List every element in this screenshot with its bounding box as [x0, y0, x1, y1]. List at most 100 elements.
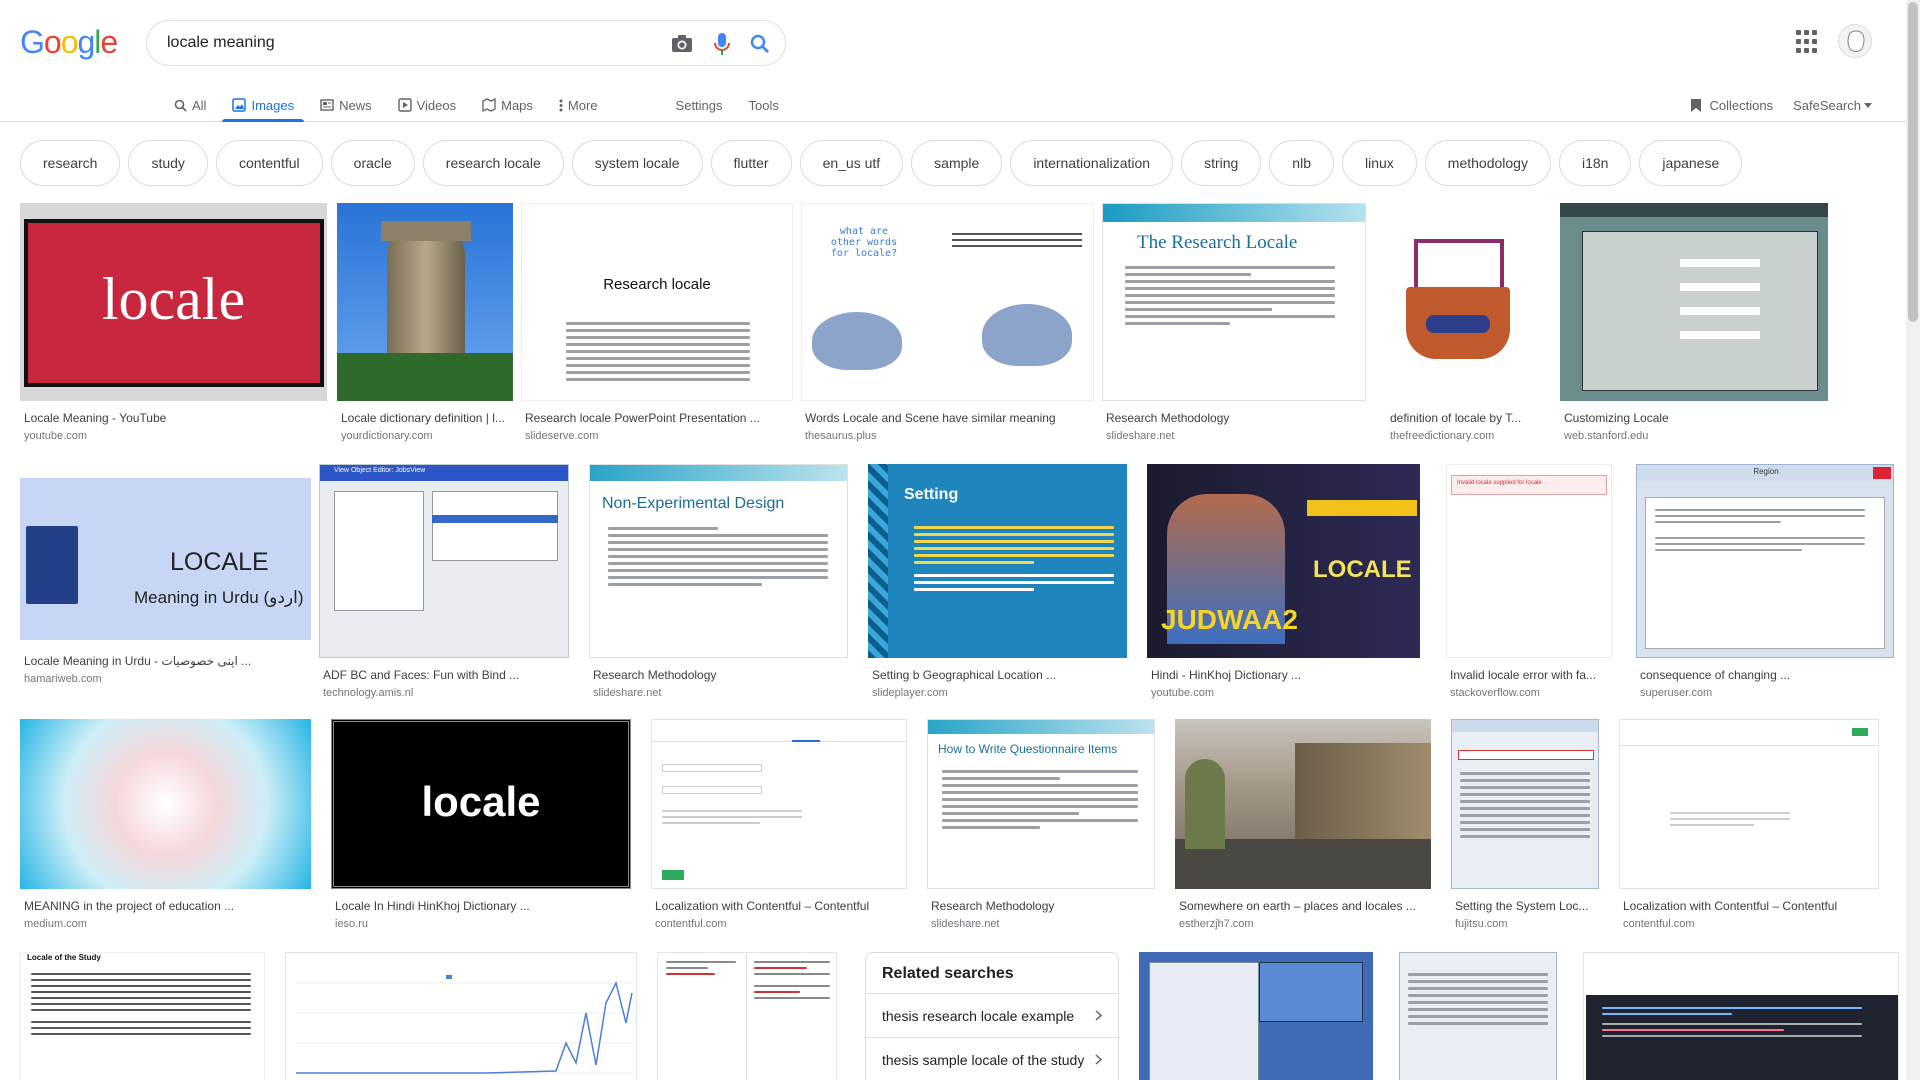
result-source[interactable]: slideserve.com — [521, 430, 793, 442]
image-result[interactable]: locale Locale In Hindi HinKhoj Dictionar… — [331, 719, 631, 930]
microphone-icon[interactable] — [709, 31, 735, 57]
result-thumbnail[interactable]: Setting — [868, 464, 1127, 658]
result-title[interactable]: Research Methodology — [927, 899, 1155, 913]
image-result[interactable]: locale Locale Meaning - YouTube youtube.… — [20, 203, 327, 442]
search-input[interactable]: locale meaning — [167, 34, 275, 52]
result-title[interactable]: Locale In Hindi HinKhoj Dictionary ... — [331, 899, 631, 913]
image-result[interactable]: MEANING in the project of education ... … — [20, 719, 311, 930]
refinement-chip[interactable]: methodology — [1424, 140, 1551, 186]
tab-news[interactable]: News — [310, 88, 382, 122]
result-thumbnail[interactable] — [20, 719, 311, 889]
result-source[interactable]: thefreedictionary.com — [1386, 430, 1540, 442]
result-source[interactable]: technology.amis.nl — [319, 687, 569, 699]
result-source[interactable]: web.stanford.edu — [1560, 430, 1828, 442]
result-thumbnail[interactable] — [657, 952, 837, 1080]
result-title[interactable]: definition of locale by T... — [1386, 411, 1540, 425]
result-title[interactable]: Setting b Geographical Location ... — [868, 668, 1127, 682]
image-result[interactable]: what are other words for locale? Words L… — [801, 203, 1094, 442]
result-title[interactable]: Localization with Contentful – Contentfu… — [1619, 899, 1879, 913]
result-title[interactable]: consequence of changing ... — [1636, 668, 1894, 682]
image-result[interactable]: definition of locale by T... thefreedict… — [1386, 203, 1540, 442]
safesearch-button[interactable]: SafeSearch — [1793, 98, 1872, 113]
result-title[interactable]: Localization with Contentful – Contentfu… — [651, 899, 907, 913]
result-title[interactable]: Hindi - HinKhoj Dictionary ... — [1147, 668, 1420, 682]
refinement-chip[interactable]: i18n — [1558, 140, 1632, 186]
result-thumbnail[interactable]: locale — [20, 203, 327, 401]
result-source[interactable]: youtube.com — [20, 430, 327, 442]
result-title[interactable]: Words Locale and Scene have similar mean… — [801, 411, 1094, 425]
refinement-chip[interactable]: linux — [1341, 140, 1417, 186]
result-thumbnail[interactable] — [1560, 203, 1828, 401]
result-source[interactable]: contentful.com — [1619, 918, 1879, 930]
camera-icon[interactable] — [669, 31, 695, 57]
search-box[interactable]: locale meaning — [146, 20, 786, 66]
refinement-chip[interactable]: research — [20, 140, 121, 186]
refinement-chip[interactable]: japanese — [1639, 140, 1743, 186]
result-source[interactable]: ieso.ru — [331, 918, 631, 930]
result-source[interactable]: slideshare.net — [589, 687, 848, 699]
refinement-chip[interactable]: system locale — [571, 140, 703, 186]
result-title[interactable]: Locale dictionary definition | l... — [337, 411, 513, 425]
image-result[interactable]: Customizing Locale web.stanford.edu — [1560, 203, 1828, 442]
refinement-chip[interactable]: nlb — [1269, 140, 1334, 186]
image-result[interactable]: Localization with Contentful – Contentfu… — [1619, 719, 1879, 930]
result-title[interactable]: Research Methodology — [589, 668, 848, 682]
result-thumbnail[interactable]: Invalid locale supplied for locale — [1446, 464, 1612, 658]
result-source[interactable]: medium.com — [20, 918, 311, 930]
result-title[interactable]: MEANING in the project of education ... — [20, 899, 311, 913]
refinement-chip[interactable]: string — [1181, 140, 1262, 186]
result-title[interactable]: Locale Meaning in Urdu - اپنی خصوصیات ..… — [20, 654, 311, 668]
result-thumbnail[interactable]: Non-Experimental Design — [589, 464, 848, 658]
tab-videos[interactable]: Videos — [388, 88, 467, 122]
result-thumbnail[interactable] — [1139, 952, 1373, 1080]
result-thumbnail[interactable] — [1583, 952, 1899, 1080]
refinement-chip[interactable]: internationalization — [1010, 140, 1174, 186]
result-source[interactable]: fujitsu.com — [1451, 918, 1599, 930]
tab-settings[interactable]: Settings — [666, 88, 733, 122]
result-thumbnail[interactable]: Research locale — [521, 203, 793, 401]
result-thumbnail[interactable]: The Research Locale — [1102, 203, 1366, 401]
result-thumbnail[interactable]: How to Write Questionnaire Items — [927, 719, 1155, 889]
result-title[interactable]: Research Methodology — [1102, 411, 1366, 425]
image-result[interactable] — [657, 952, 837, 1080]
refinement-chip[interactable]: contentful — [215, 140, 323, 186]
result-source[interactable]: hamariweb.com — [20, 673, 311, 685]
result-title[interactable]: Somewhere on earth – places and locales … — [1175, 899, 1431, 913]
refinement-chip[interactable]: sample — [911, 140, 1003, 186]
refinement-chip[interactable]: study — [128, 140, 208, 186]
image-result[interactable] — [1583, 952, 1899, 1080]
result-thumbnail[interactable] — [1386, 203, 1540, 401]
result-title[interactable]: ADF BC and Faces: Fun with Bind ... — [319, 668, 569, 682]
tab-maps[interactable]: Maps — [472, 88, 543, 122]
result-source[interactable]: slideshare.net — [1102, 430, 1366, 442]
page-scrollbar[interactable] — [1906, 0, 1920, 1080]
image-result[interactable]: Locale dictionary definition | l... your… — [335, 203, 513, 442]
image-result[interactable]: Non-Experimental Design Research Methodo… — [589, 464, 848, 699]
result-thumbnail[interactable]: what are other words for locale? — [801, 203, 1094, 401]
result-thumbnail[interactable] — [1619, 719, 1879, 889]
refinement-chip[interactable]: oracle — [330, 140, 415, 186]
result-thumbnail[interactable]: Region — [1636, 464, 1894, 658]
google-logo[interactable]: Google — [20, 24, 118, 61]
image-result[interactable]: How to Write Questionnaire Items Researc… — [927, 719, 1155, 930]
avatar[interactable] — [1838, 24, 1872, 58]
image-result[interactable] — [1399, 952, 1557, 1080]
image-result[interactable]: Setting Setting b Geographical Location … — [868, 464, 1127, 699]
result-title[interactable]: Research locale PowerPoint Presentation … — [521, 411, 793, 425]
image-result[interactable]: Localization with Contentful – Contentfu… — [651, 719, 907, 930]
collections-button[interactable]: Collections — [1690, 98, 1773, 113]
result-thumbnail[interactable]: View Object Editor: JobsView — [319, 464, 569, 658]
image-result[interactable] — [1139, 952, 1373, 1080]
result-source[interactable]: youtube.com — [1147, 687, 1420, 699]
image-result[interactable]: LOCALE Meaning in Urdu (اردو) Locale Mea… — [20, 464, 311, 699]
result-source[interactable]: slideshare.net — [927, 918, 1155, 930]
result-source[interactable]: contentful.com — [651, 918, 907, 930]
result-thumbnail[interactable] — [1399, 952, 1557, 1080]
image-result[interactable]: Region consequence of changing ... super… — [1636, 464, 1894, 699]
image-result[interactable]: Locale of the Study — [20, 952, 265, 1080]
search-icon[interactable] — [747, 31, 773, 57]
result-source[interactable]: estherzjh7.com — [1175, 918, 1431, 930]
result-thumbnail[interactable]: locale — [331, 719, 631, 889]
result-source[interactable]: superuser.com — [1636, 687, 1894, 699]
result-title[interactable]: Invalid locale error with fa... — [1446, 668, 1612, 682]
